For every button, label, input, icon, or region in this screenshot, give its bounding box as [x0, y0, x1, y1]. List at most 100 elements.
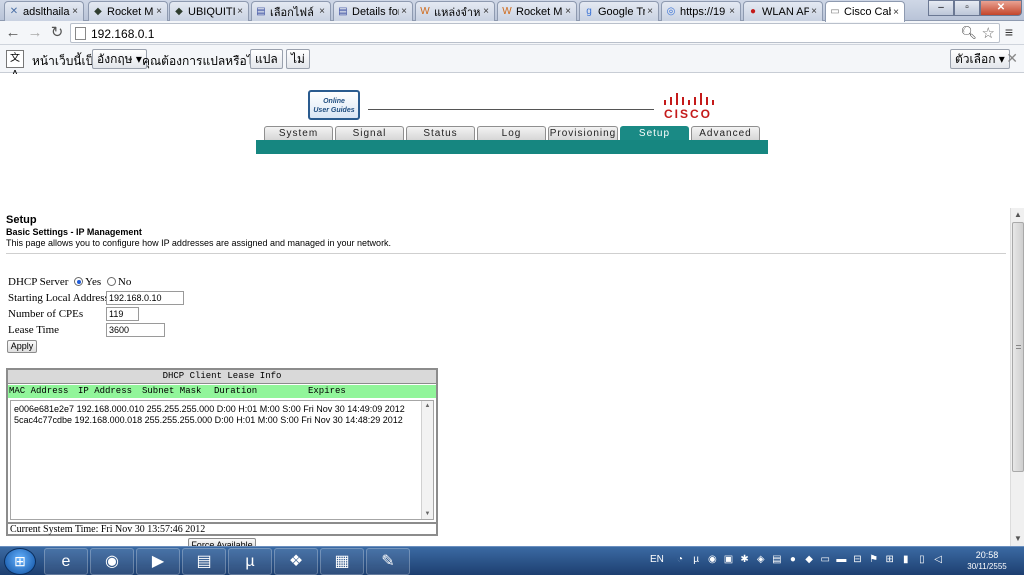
apply-button[interactable]: Apply	[7, 340, 37, 353]
system-tray: ◔ µ ◉ ▣ ✱ ◈ ▤ ● ◆ ▭ ▬ ⊟ ⚑ ⊞ ▮ ▯ ◁	[674, 553, 944, 569]
close-tab-icon[interactable]: ×	[727, 6, 737, 17]
chrome-icon[interactable]: ◉	[90, 548, 134, 575]
lease-row[interactable]: e006e681e2e7 192.168.000.010 255.255.255…	[14, 404, 405, 414]
maximize-button[interactable]: ▫	[954, 0, 980, 16]
lease-list-scrollbar[interactable]: ▲ ▼	[421, 401, 433, 519]
search-icon[interactable]: 🔍︎	[960, 25, 977, 41]
close-tab-icon[interactable]: ×	[481, 6, 491, 17]
minimize-button[interactable]: –	[928, 0, 954, 16]
tray-app-icon[interactable]: ◆	[803, 553, 815, 567]
close-tab-icon[interactable]: ×	[563, 6, 573, 17]
browser-tab-title: Rocket M	[516, 5, 563, 18]
app-icon[interactable]: ❖	[274, 548, 318, 575]
lease-row[interactable]: 5cac4c77cdbe 192.168.000.018 255.255.255…	[14, 415, 403, 425]
tray-chrome-icon[interactable]: ◉	[706, 553, 718, 567]
close-translate-icon[interactable]: ✕	[1006, 50, 1018, 67]
tray-app-icon[interactable]: ⊞	[884, 553, 896, 567]
dhcp-no-radio[interactable]	[106, 277, 116, 286]
tray-app-icon[interactable]: ▬	[835, 553, 847, 567]
tray-app-icon[interactable]: ▭	[819, 553, 831, 567]
folder-icon[interactable]: ▤	[182, 548, 226, 575]
menu-icon[interactable]: ≡	[1002, 24, 1016, 40]
col-subnet: Subnet Mask	[142, 386, 202, 396]
cpes-input[interactable]: 119	[106, 307, 139, 321]
scroll-up-icon[interactable]: ▲	[422, 403, 433, 409]
address-bar[interactable]: 192.168.0.1 🔍︎ ☆	[70, 23, 1000, 43]
tray-app-icon[interactable]: ●	[787, 553, 799, 567]
taskbar-clock[interactable]: 20:58 30/11/2555	[962, 550, 1012, 572]
url-text[interactable]: 192.168.0.1	[91, 27, 154, 41]
close-tab-icon[interactable]: ×	[809, 6, 819, 17]
browser-tab[interactable]: ◆ UBIQUITI ×	[169, 1, 249, 21]
dhcp-no-label: No	[117, 276, 132, 288]
paint-icon[interactable]: ✎	[366, 548, 410, 575]
page-scrollbar[interactable]: ▲ ▼	[1010, 208, 1024, 546]
no-translate-button[interactable]: ไม่	[286, 49, 310, 69]
media-player-icon[interactable]: ▶	[136, 548, 180, 575]
scroll-down-icon[interactable]: ▼	[422, 511, 433, 517]
online-user-guides-button[interactable]: Online User Guides	[308, 90, 360, 120]
browser-tab[interactable]: ▤ Details for ×	[333, 1, 413, 21]
star-icon[interactable]: ☆	[982, 24, 995, 42]
close-tab-icon[interactable]: ×	[645, 6, 655, 17]
close-tab-icon[interactable]: ×	[891, 7, 901, 18]
tray-app-icon[interactable]: ▣	[722, 553, 734, 567]
ie-icon[interactable]: e	[44, 548, 88, 575]
translate-options-button[interactable]: ตัวเลือก ▾	[950, 49, 1010, 69]
nav-bar-strip	[256, 140, 768, 154]
tab-system[interactable]: System	[264, 126, 333, 140]
tab-provisioning[interactable]: Provisioning	[548, 126, 618, 140]
tray-flag-icon[interactable]: ⚑	[868, 553, 880, 567]
close-tab-icon[interactable]: ×	[399, 6, 409, 17]
browser-tab[interactable]: ◎ https://19 ×	[661, 1, 741, 21]
scroll-grip	[1016, 345, 1021, 349]
page-scroll-down-icon[interactable]: ▼	[1012, 533, 1024, 545]
browser-tab[interactable]: ✕ adslthaila ×	[4, 1, 84, 21]
force-available-button[interactable]: Force Available	[188, 538, 256, 546]
back-arrow-icon[interactable]: ←	[4, 24, 22, 42]
starting-address-input[interactable]: 192.168.0.10	[106, 291, 184, 305]
browser-tab[interactable]: g Google Tr ×	[579, 1, 659, 21]
close-tab-icon[interactable]: ×	[154, 6, 164, 17]
close-tab-icon[interactable]: ×	[235, 6, 245, 17]
dhcp-yes-radio[interactable]	[74, 277, 84, 286]
browser-tab[interactable]: ● WLAN AP ×	[743, 1, 823, 21]
tray-app-icon[interactable]: ◔	[674, 553, 686, 567]
tray-app-icon[interactable]: ▤	[771, 553, 783, 567]
tab-log[interactable]: Log	[477, 126, 546, 140]
windows-taskbar: ⊞ e ◉ ▶ ▤ µ ❖ ▦ ✎ EN ◔ µ ◉ ▣ ✱ ◈ ▤ ● ◆ ▭…	[0, 546, 1024, 575]
close-window-button[interactable]: ✕	[980, 0, 1022, 16]
browser-tab[interactable]: ◆ Rocket M ×	[88, 1, 168, 21]
tray-app-icon[interactable]: ✱	[739, 553, 751, 567]
close-tab-icon[interactable]: ×	[70, 6, 80, 17]
browser-tab[interactable]: W Rocket M ×	[497, 1, 577, 21]
browser-tab[interactable]: ▭ Cisco Cab ×	[825, 1, 905, 22]
tray-app-icon[interactable]: ◈	[755, 553, 767, 567]
tray-utorrent-icon[interactable]: µ	[690, 553, 702, 567]
input-language[interactable]: EN	[650, 554, 664, 565]
page-scroll-up-icon[interactable]: ▲	[1012, 209, 1024, 221]
tab-setup[interactable]: Setup	[620, 126, 689, 140]
starting-address-label: Starting Local Address	[8, 292, 109, 304]
tray-app-icon[interactable]: ⊟	[851, 553, 863, 567]
lease-time-input[interactable]: 3600	[106, 323, 165, 337]
forward-arrow-icon[interactable]: →	[26, 24, 44, 42]
tray-battery-icon[interactable]: ▯	[916, 553, 928, 567]
close-tab-icon[interactable]: ×	[317, 6, 327, 17]
tab-status[interactable]: Status	[406, 126, 475, 140]
guide-line-2: User Guides	[313, 107, 355, 114]
browser-tab[interactable]: ▤ เลือกไฟล์ ×	[251, 1, 331, 21]
dhcp-lease-list[interactable]: e006e681e2e7 192.168.000.010 255.255.255…	[10, 400, 434, 520]
network-app-icon[interactable]: ▦	[320, 548, 364, 575]
language-select[interactable]: อังกฤษ ▾	[92, 49, 147, 69]
start-button[interactable]: ⊞	[4, 548, 36, 575]
tray-network-icon[interactable]: ▮	[900, 553, 912, 567]
tray-volume-icon[interactable]: ◁	[932, 553, 944, 567]
translate-button[interactable]: แปล	[250, 49, 283, 69]
reload-icon[interactable]: ↻	[48, 24, 66, 42]
tab-signal[interactable]: Signal	[335, 126, 404, 140]
utorrent-icon[interactable]: µ	[228, 548, 272, 575]
page-scroll-thumb[interactable]	[1012, 222, 1024, 472]
tab-advanced[interactable]: Advanced	[691, 126, 760, 140]
browser-tab[interactable]: W แหล่งจำหน่×	[415, 1, 495, 21]
